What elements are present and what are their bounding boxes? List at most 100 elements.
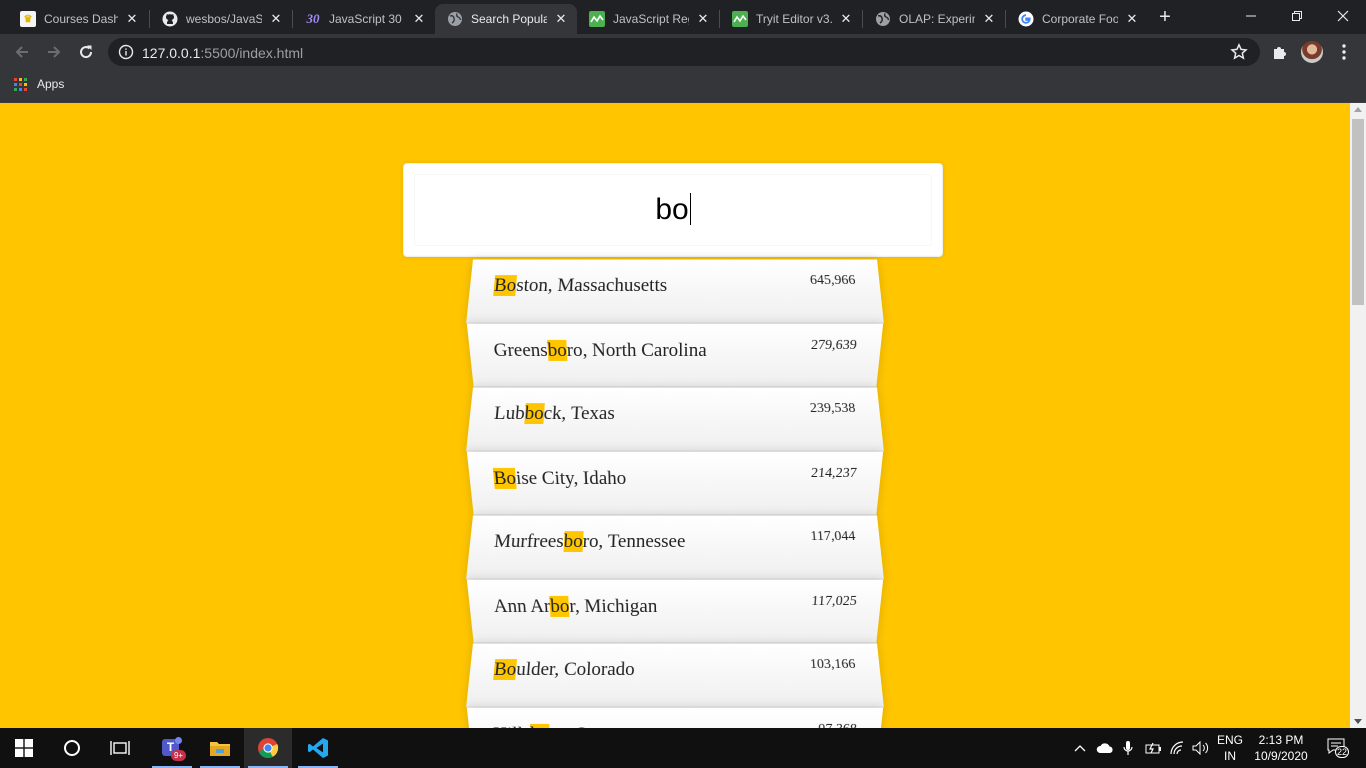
notification-icon: 22 — [1327, 738, 1349, 758]
volume-tray[interactable] — [1190, 728, 1212, 768]
address-bar[interactable]: 127.0.0.1:5500/index.html — [108, 38, 1260, 66]
suggestion-item[interactable]: Ann Arbor, Michigan 117,025 — [466, 579, 884, 644]
windows-taskbar: T 9+ ENG IN 2:13 PM 10/9/2020 22 — [0, 728, 1366, 768]
reload-button[interactable] — [72, 38, 100, 66]
city-state-name: Boulder, Colorado — [493, 659, 635, 681]
info-icon[interactable] — [118, 44, 134, 60]
close-tab-icon[interactable]: ✕ — [553, 11, 569, 27]
battery-tray[interactable] — [1142, 728, 1164, 768]
extensions-button[interactable] — [1266, 38, 1294, 66]
file-explorer-app[interactable] — [196, 728, 244, 768]
chrome-menu-button[interactable] — [1330, 38, 1358, 66]
restore-icon — [1292, 11, 1302, 21]
profile-button[interactable] — [1298, 38, 1326, 66]
suggestion-item[interactable]: Hillsboro, Oregon97,368 — [466, 707, 884, 728]
suggestions-list: Boston, Massachusetts 645,966 Greensboro, … — [466, 257, 884, 728]
name-text: ston, Massachusetts — [515, 275, 668, 297]
close-tab-icon[interactable]: ✕ — [411, 11, 427, 27]
folder-icon — [210, 742, 230, 756]
task-view-icon — [110, 741, 130, 755]
tab-olap-experiment[interactable]: OLAP: Experim ✕ — [863, 4, 1005, 34]
tab-title: OLAP: Experim — [899, 12, 975, 26]
suggestion-item[interactable]: Boulder, Colorado 103,166 — [466, 643, 884, 708]
tab-corporate-food[interactable]: Corporate Foo ✕ — [1006, 4, 1148, 34]
apps-shortcut[interactable]: Apps — [14, 77, 64, 91]
search-input[interactable]: bo — [414, 174, 932, 246]
minimize-button[interactable] — [1228, 0, 1274, 32]
teams-icon: T 9+ — [160, 737, 186, 761]
restore-button[interactable] — [1274, 0, 1320, 32]
population: 214,237 — [810, 465, 858, 481]
cortana-circle-icon — [64, 740, 80, 756]
text-caret — [689, 193, 691, 226]
regex-icon — [589, 11, 605, 27]
windows-logo-icon — [15, 739, 33, 757]
close-icon — [1337, 10, 1349, 22]
globe-icon — [875, 11, 891, 27]
close-tab-icon[interactable]: ✕ — [695, 11, 711, 27]
tab-strip: ♛ Courses Dashb ✕ wesbos/JavaSc ✕ 30 Jav… — [0, 0, 1366, 34]
language-code: ENG — [1216, 733, 1243, 747]
tab-title: Tryit Editor v3. — [756, 12, 832, 26]
name-text: Ann Ar — [492, 595, 552, 617]
action-center-button[interactable]: 22 — [1318, 728, 1358, 768]
show-hidden-icons-button[interactable] — [1070, 728, 1090, 768]
browser-toolbar: 127.0.0.1:5500/index.html — [0, 34, 1366, 70]
city-state-name: Boston, Massachusetts — [493, 275, 667, 297]
back-button[interactable] — [8, 38, 36, 66]
bookmarks-bar: Apps — [0, 70, 1366, 103]
task-view-button[interactable] — [96, 728, 144, 768]
tab-title: JavaScript 30 - — [329, 12, 405, 26]
page-scrollbar[interactable] — [1350, 103, 1366, 728]
search-button[interactable] — [48, 728, 96, 768]
teams-app[interactable]: T 9+ — [148, 728, 196, 768]
population: 117,044 — [810, 529, 857, 544]
scroll-up-icon[interactable] — [1354, 107, 1362, 112]
chrome-app[interactable] — [244, 728, 292, 768]
close-tab-icon[interactable]: ✕ — [268, 11, 284, 27]
close-tab-icon[interactable]: ✕ — [838, 11, 854, 27]
tab-search-populations[interactable]: Search Popula ✕ — [435, 4, 577, 34]
suggestion-item[interactable]: Greensboro, North Carolina 279,639 — [466, 323, 884, 388]
bookmark-star-icon[interactable] — [1230, 43, 1248, 61]
more-vert-icon — [1342, 44, 1346, 60]
suggestion-item[interactable]: Boston, Massachusetts 645,966 — [466, 259, 884, 324]
name-text: ro, Tennessee — [582, 531, 686, 553]
name-text: ise City, Idaho — [515, 467, 627, 489]
speaker-icon — [1192, 741, 1209, 755]
suggestion-item[interactable]: Lubbock, Texas 239,538 — [466, 387, 884, 452]
clock-time: 2:13 PM — [1258, 733, 1304, 747]
minimize-icon — [1246, 15, 1256, 17]
suggestion-item[interactable]: Boise City, Idaho 214,237 — [466, 451, 884, 516]
search-match-highlight: Bo — [493, 659, 518, 681]
suggestion-item[interactable]: Murfreesboro, Tennessee 117,044 — [466, 515, 884, 580]
clock[interactable]: 2:13 PM 10/9/2020 — [1250, 732, 1312, 764]
tab-wesbos-github[interactable]: wesbos/JavaSc ✕ — [150, 4, 292, 34]
tab-tryit-editor[interactable]: Tryit Editor v3. ✕ — [720, 4, 862, 34]
microphone-tray[interactable] — [1118, 728, 1138, 768]
onedrive-tray[interactable] — [1094, 728, 1116, 768]
cloud-icon — [1096, 743, 1113, 753]
tab-javascript-regex[interactable]: JavaScript Reg ✕ — [577, 4, 719, 34]
name-text: Murfrees — [493, 531, 565, 553]
teams-notification-badge: 9+ — [171, 750, 186, 761]
tab-courses-dashboard[interactable]: ♛ Courses Dashb ✕ — [8, 4, 148, 34]
name-text: Lub — [493, 403, 526, 425]
close-tab-icon[interactable]: ✕ — [981, 11, 997, 27]
new-tab-button[interactable]: + — [1153, 6, 1177, 30]
globe-icon — [447, 11, 463, 27]
url-path: :5500/index.html — [200, 45, 304, 61]
input-language[interactable]: ENG IN — [1213, 732, 1247, 764]
wifi-tray[interactable] — [1166, 728, 1188, 768]
tab-title: Courses Dashb — [44, 12, 118, 26]
reload-icon — [80, 45, 93, 59]
forward-button[interactable] — [40, 38, 68, 66]
close-window-button[interactable] — [1320, 0, 1366, 32]
close-tab-icon[interactable]: ✕ — [124, 11, 140, 27]
scroll-down-icon[interactable] — [1354, 719, 1362, 724]
close-tab-icon[interactable]: ✕ — [1124, 11, 1140, 27]
vscode-app[interactable] — [294, 728, 342, 768]
start-button[interactable] — [0, 728, 48, 768]
tab-javascript-30[interactable]: 30 JavaScript 30 - ✕ — [293, 4, 435, 34]
scrollbar-thumb[interactable] — [1352, 119, 1364, 305]
